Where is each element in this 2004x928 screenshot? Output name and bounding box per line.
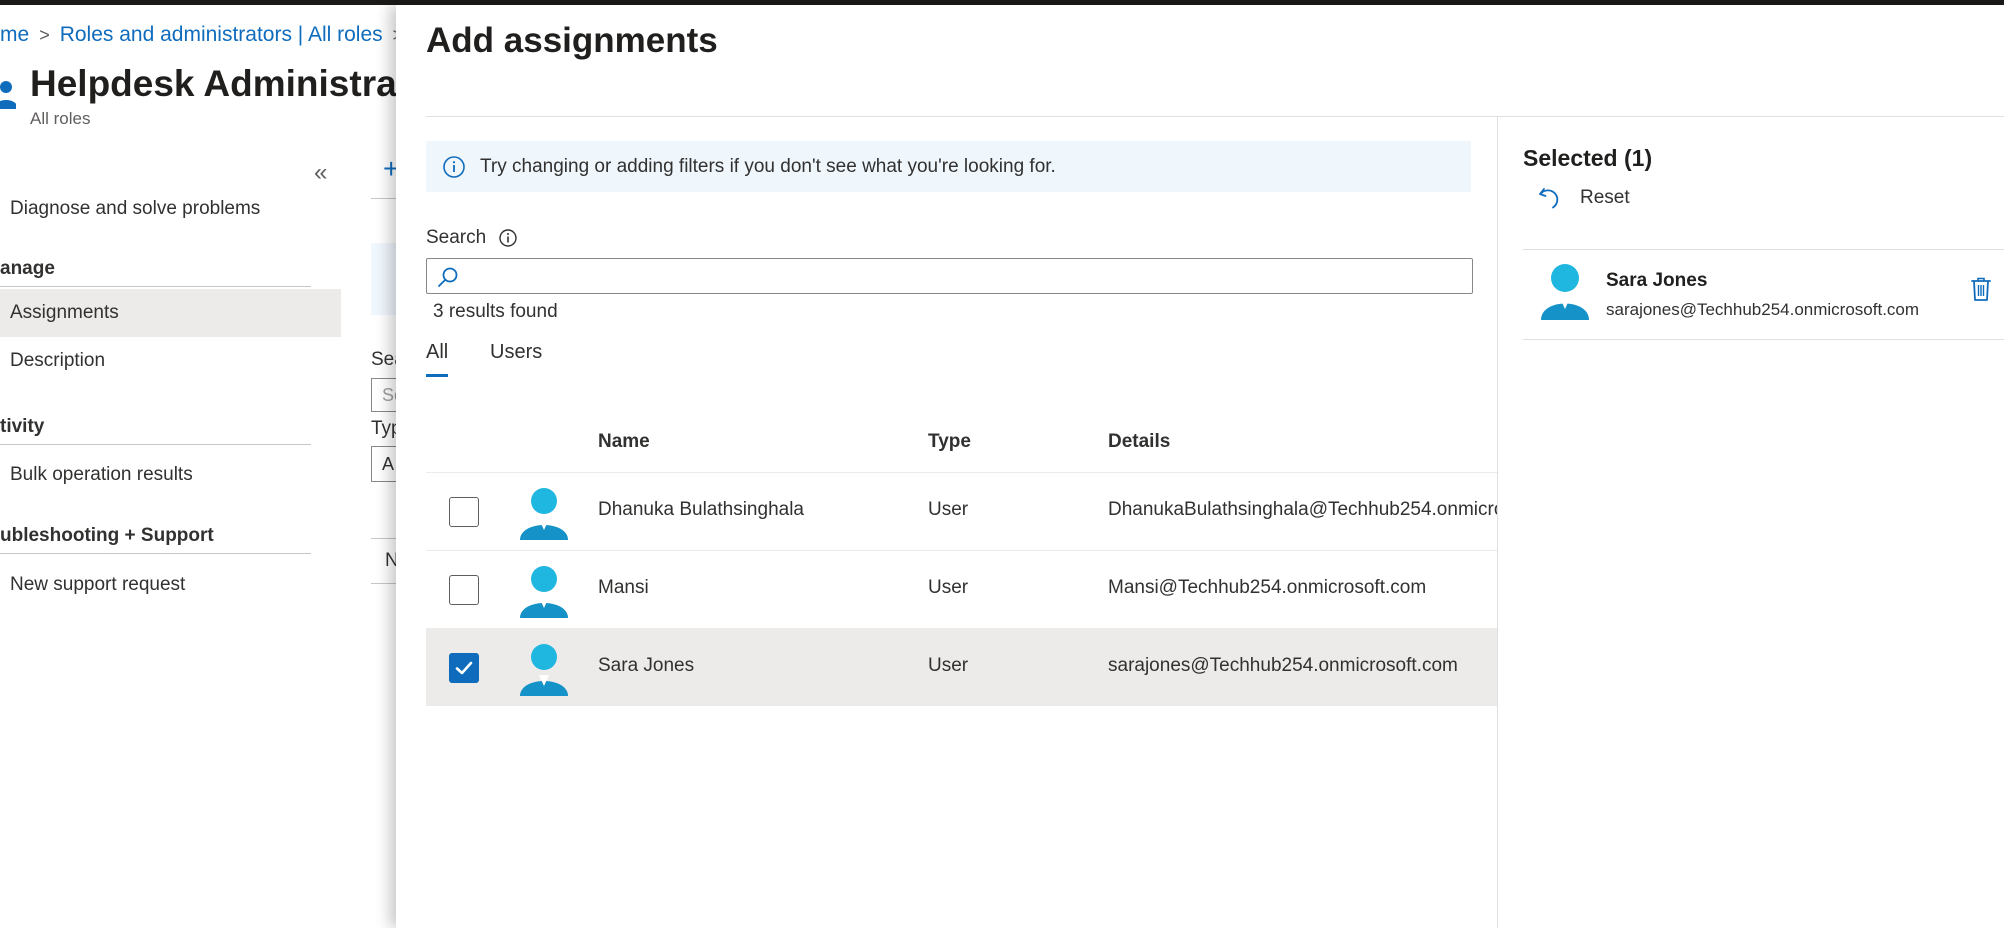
nav-item-label: Assignments (10, 302, 119, 323)
vertical-divider (1497, 117, 1498, 928)
add-assignments-panel: Add assignments Try changing or adding f… (396, 5, 2004, 928)
row-type: User (928, 577, 969, 598)
page-subtitle: All roles (30, 109, 91, 128)
nav-item-description[interactable]: Description (0, 337, 341, 385)
nav-item-support-request[interactable]: New support request (0, 561, 341, 609)
selected-title: Selected (1) (1523, 145, 1653, 171)
nav-item-label: Bulk operation results (10, 464, 193, 485)
table-row[interactable]: Mansi User Mansi@Techhub254.onmicrosoft.… (426, 550, 1497, 628)
divider (1523, 249, 2004, 250)
row-name: Dhanuka Bulathsinghala (598, 499, 804, 520)
nav-item-label: Diagnose and solve problems (10, 198, 261, 219)
nav-section-activity: tivity (0, 416, 45, 437)
divider (371, 198, 396, 199)
divider (0, 286, 311, 287)
user-avatar-icon (520, 488, 568, 540)
row-details: DhanukaBulathsinghala@Techhub254.onmicro… (1108, 499, 1497, 520)
nav-item-bulk-results[interactable]: Bulk operation results (0, 451, 341, 499)
nav-section-manage: anage (0, 258, 55, 279)
double-chevron-left-icon[interactable]: « (314, 159, 327, 187)
reset-button[interactable]: Reset (1536, 185, 1630, 211)
panel-title: Add assignments (426, 21, 718, 60)
background-blade: me>Roles and administrators | All roles>… (0, 5, 396, 928)
divider (1523, 339, 2004, 340)
column-header-details[interactable]: Details (1108, 431, 1170, 453)
row-details: Mansi@Techhub254.onmicrosoft.com (1108, 577, 1427, 598)
page-title: Helpdesk Administrator (30, 63, 396, 104)
role-icon (0, 81, 16, 109)
column-header-name[interactable]: Name (598, 431, 650, 453)
row-type: User (928, 655, 969, 676)
checkmark-icon (455, 661, 473, 675)
search-icon (438, 267, 458, 287)
tab-all[interactable]: All (426, 341, 449, 377)
row-checkbox[interactable] (449, 497, 479, 527)
tab-users[interactable]: Users (490, 341, 542, 374)
divider (371, 538, 396, 539)
breadcrumb-separator: > (39, 25, 50, 45)
table-row[interactable]: Dhanuka Bulathsinghala User DhanukaBulat… (426, 472, 1497, 550)
nav-item-label: Description (10, 350, 106, 371)
type-label-fragment: Typ (371, 418, 396, 440)
add-icon[interactable]: + (383, 153, 396, 185)
results-count: 3 results found (433, 301, 558, 322)
user-avatar-icon (1541, 264, 1589, 320)
search-input-fragment[interactable]: Se (371, 378, 396, 412)
name-column-fragment: N (385, 550, 396, 572)
nav-item-label: New support request (10, 574, 186, 595)
row-type: User (928, 499, 969, 520)
reset-label: Reset (1580, 187, 1630, 208)
row-details: sarajones@Techhub254.onmicrosoft.com (1108, 655, 1458, 676)
undo-icon (1539, 188, 1559, 209)
info-message-bar: Try changing or adding filters if you do… (426, 141, 1471, 192)
trash-icon[interactable] (1970, 276, 1992, 302)
nav-item-assignments[interactable]: Assignments (0, 289, 341, 337)
info-fragment (371, 243, 396, 315)
breadcrumb-roles[interactable]: Roles and administrators | All roles (60, 23, 383, 46)
divider (0, 553, 311, 554)
selected-user-name: Sara Jones (1606, 270, 1708, 291)
row-checkbox[interactable] (449, 653, 479, 683)
table-row[interactable]: Sara Jones User sarajones@Techhub254.onm… (426, 628, 1497, 706)
row-name: Sara Jones (598, 655, 695, 676)
search-label: Search (426, 227, 518, 249)
search-input[interactable] (427, 259, 1472, 293)
breadcrumb-home[interactable]: me (0, 23, 29, 46)
info-message-text: Try changing or adding filters if you do… (480, 155, 1056, 177)
divider (371, 583, 396, 584)
search-label-text: Search (426, 227, 487, 248)
row-checkbox[interactable] (449, 575, 479, 605)
user-avatar-icon (520, 644, 568, 696)
nav-section-troubleshooting: ubleshooting + Support (0, 525, 214, 546)
type-select-fragment[interactable]: A (371, 446, 396, 482)
breadcrumb: me>Roles and administrators | All roles> (0, 23, 396, 47)
selected-user-email: sarajones@Techhub254.onmicrosoft.com (1606, 300, 1920, 319)
row-name: Mansi (598, 577, 649, 598)
divider (0, 444, 311, 445)
column-header-type[interactable]: Type (928, 431, 971, 453)
user-avatar-icon (520, 566, 568, 618)
info-icon[interactable] (498, 228, 518, 248)
search-box (426, 258, 1473, 294)
search-label-fragment: Sea (371, 349, 396, 371)
info-icon (443, 155, 465, 178)
nav-item-diagnose[interactable]: Diagnose and solve problems (0, 185, 341, 233)
divider (426, 116, 2004, 117)
